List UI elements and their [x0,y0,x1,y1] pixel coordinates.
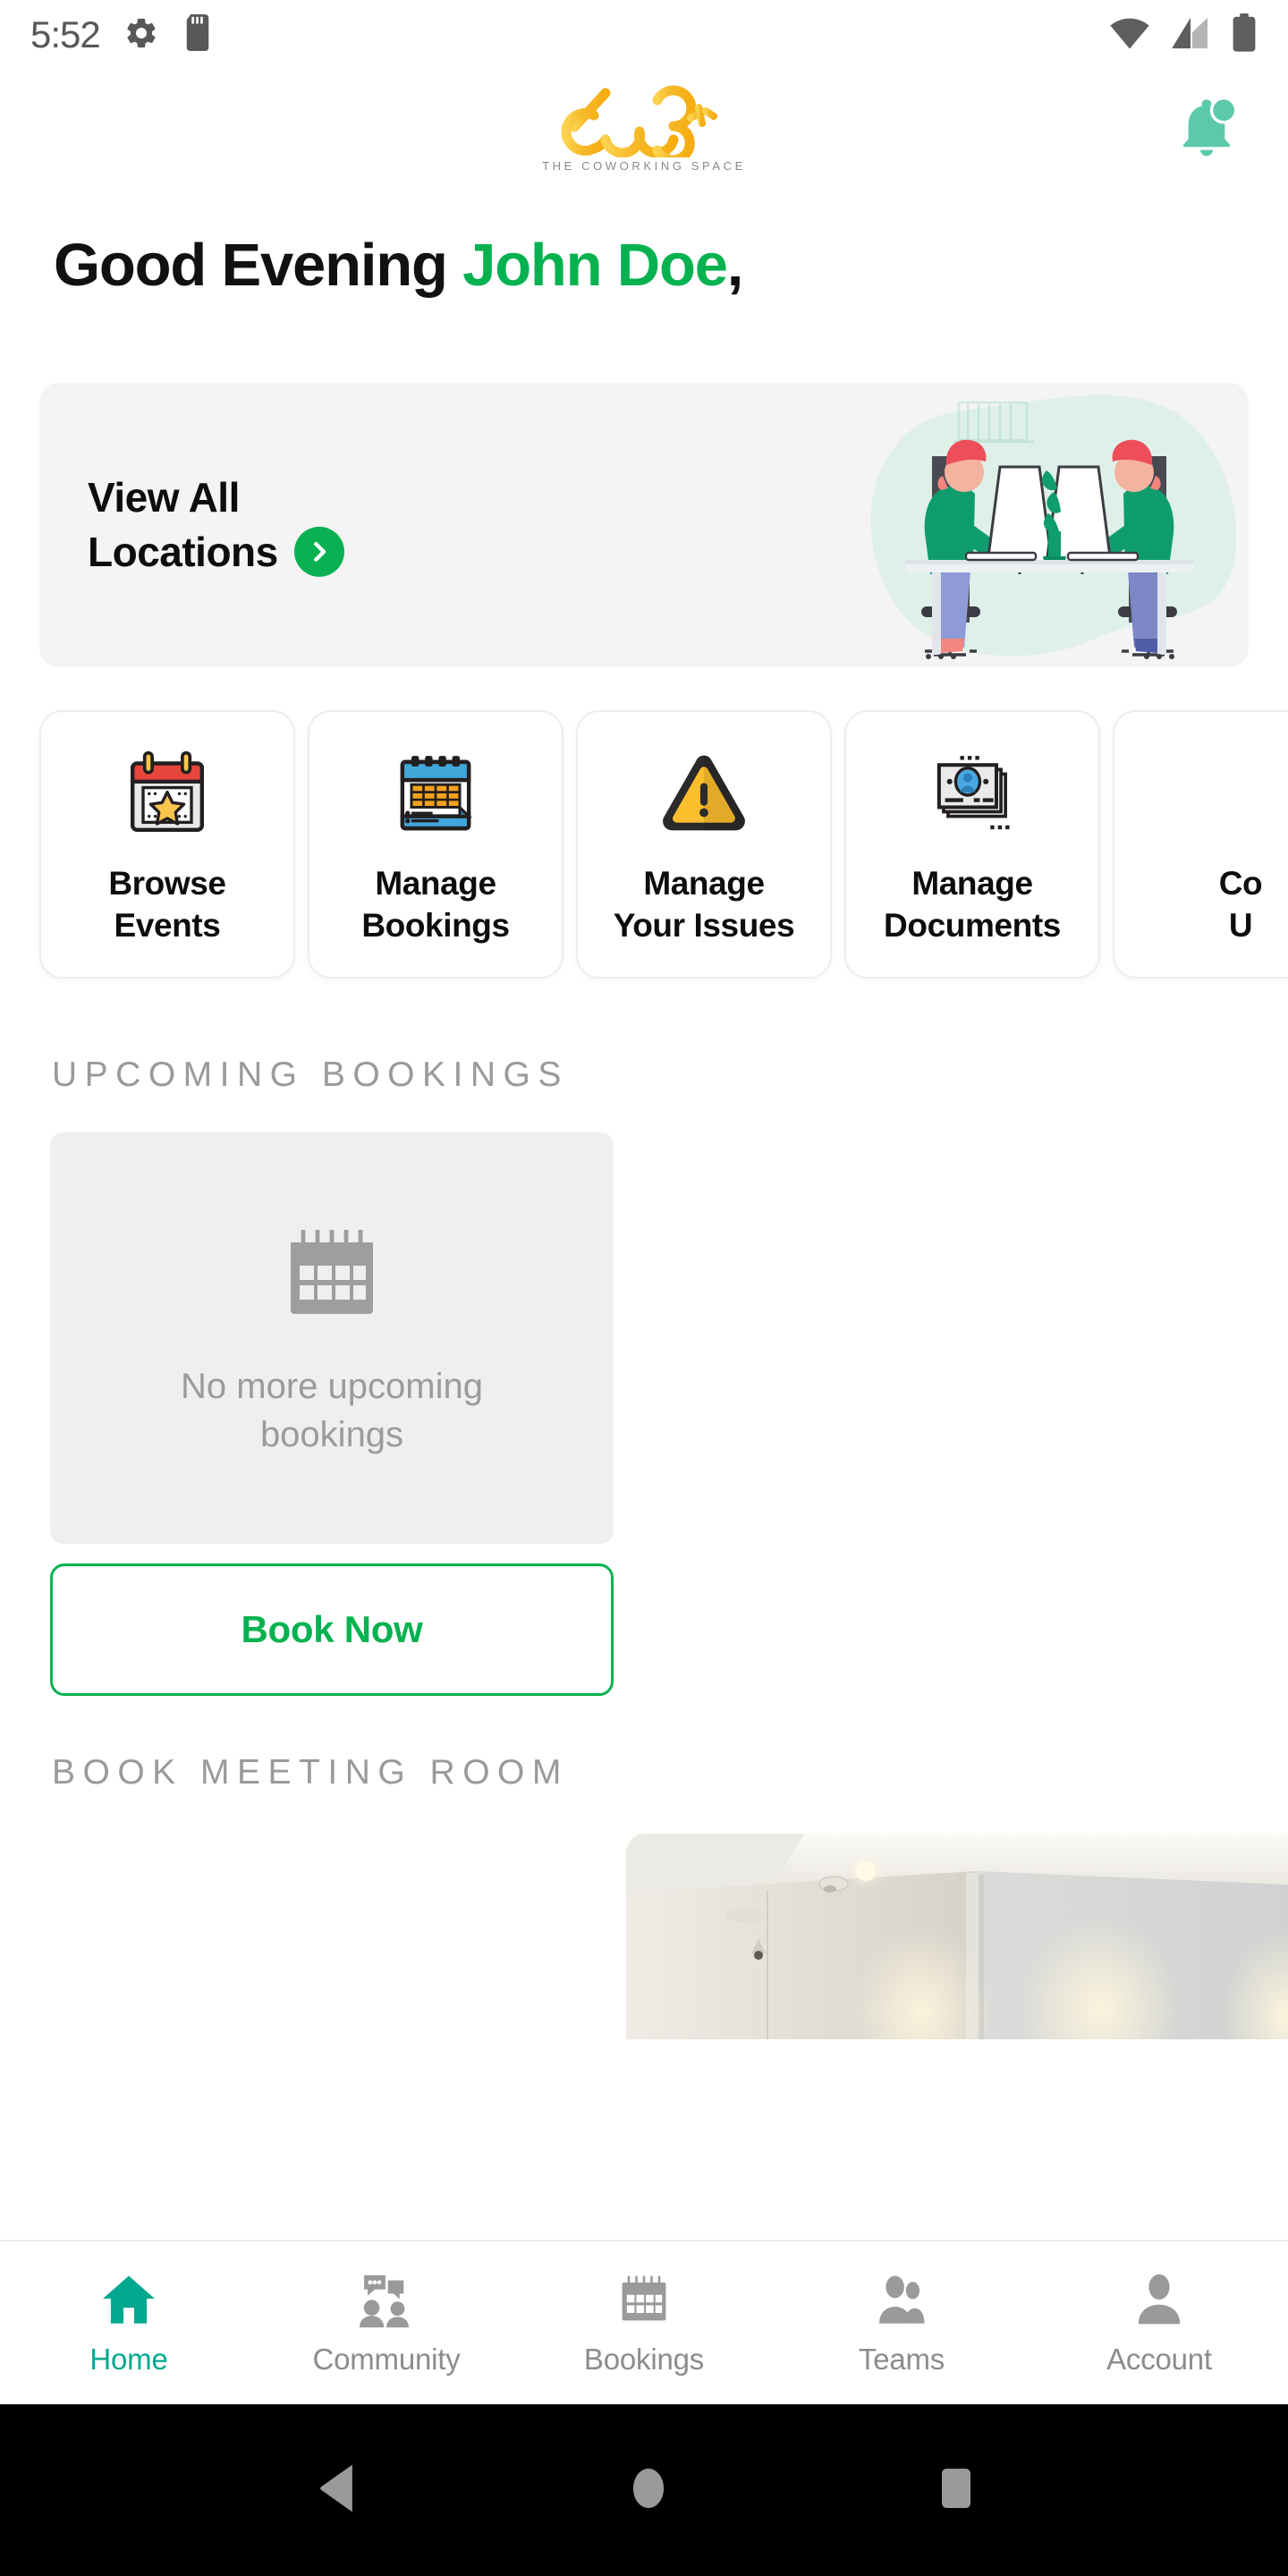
coworking-desks-illustration [870,394,1237,659]
quick-action-contact-us[interactable]: Co U [1113,709,1288,979]
meeting-room-interior-photo [626,1833,1288,2039]
notification-bell-button[interactable] [1166,88,1247,168]
calendar-icon [291,1229,373,1314]
nav-item-home[interactable]: Home [0,2241,258,2404]
greeting-user-name: John Doe [462,232,728,299]
greeting-comma: , [726,232,744,299]
square-recents-icon[interactable] [936,2462,976,2519]
page-title: Good Evening John Doe, [0,186,1288,299]
nav-label: Community [312,2343,461,2376]
view-all-locations-banner[interactable]: View All Locations [39,382,1249,667]
locations-line-2: Locations [88,528,278,575]
empty-state-message: No more upcoming bookings [181,1366,483,1454]
nav-label: Account [1106,2343,1212,2376]
section-title-book-meeting-room: BOOK MEETING ROOM [52,1752,569,1792]
status-bar: 5:52 [0,0,1288,70]
quick-action-label: Manage Your Issues [613,864,795,945]
locations-line-1: View All [88,473,240,521]
status-time: 5:52 [30,13,101,55]
quick-action-browse-events[interactable]: Browse Events [39,709,295,979]
id-cards-icon [924,742,1021,848]
battery-icon [1231,13,1258,57]
meeting-room-card[interactable] [626,1833,1288,2039]
calendar-star-icon [119,742,216,848]
nav-item-teams[interactable]: Teams [773,2241,1030,2404]
logo-603-mark [561,85,717,157]
quick-action-label: Browse Events [108,864,226,945]
upcoming-bookings-empty-state: No more upcoming bookings [50,1131,614,1544]
android-system-nav[interactable] [0,2404,1288,2576]
person-icon [1138,2274,1181,2325]
logo-tagline: THE COWORKING SPACE [542,158,746,173]
chevron-right-icon[interactable] [293,527,344,578]
status-bar-right [1109,13,1258,57]
nav-label: Bookings [583,2343,705,2376]
home-icon [103,2275,155,2324]
quick-action-label: Co U [1218,864,1263,945]
calendar-icon [622,2275,666,2321]
warning-triangle-icon [656,742,752,848]
calendar-grid-icon [387,742,484,848]
community-icon [359,2275,409,2328]
bell-icon [1183,97,1238,157]
app-header: THE COWORKING SPACE [0,70,1288,186]
people-icon [879,2275,925,2324]
nav-label: Teams [858,2343,945,2376]
triangle-back-icon[interactable] [312,2462,360,2519]
quick-actions-carousel[interactable]: Browse Events Manage Bookings Manage You… [0,709,1288,998]
section-title-upcoming-bookings: UPCOMING BOOKINGS [52,1055,569,1094]
wifi-icon [1109,16,1150,55]
circle-home-icon[interactable] [626,2462,671,2519]
locations-banner-text: View All Locations [88,470,344,580]
nav-item-bookings[interactable]: Bookings [515,2241,773,2404]
nav-label: Home [89,2343,168,2376]
bottom-navigation-bar[interactable]: Home Community Bookings Teams Account [0,2240,1288,2404]
sd-card-icon [182,13,213,56]
book-now-button[interactable]: Book Now [50,1563,614,1696]
settings-gear-icon [123,15,159,55]
quick-action-label: Manage Documents [884,864,1061,945]
upcoming-bookings-section: No more upcoming bookings Book Now [50,1131,614,1696]
status-bar-left: 5:52 [30,13,213,56]
meeting-room-carousel[interactable] [0,1833,1288,2039]
quick-action-manage-your-issues[interactable]: Manage Your Issues [576,709,832,979]
nav-item-account[interactable]: Account [1030,2241,1288,2404]
nav-item-community[interactable]: Community [258,2241,515,2404]
app-logo: THE COWORKING SPACE [542,84,746,173]
quick-action-manage-documents[interactable]: Manage Documents [844,709,1100,979]
quick-action-label: Manage Bookings [361,864,510,945]
locations-line-2-row: Locations [88,525,344,580]
cellular-signal-icon [1170,16,1211,55]
greeting-salutation: Good Evening [54,232,463,299]
quick-action-manage-bookings[interactable]: Manage Bookings [308,709,564,979]
